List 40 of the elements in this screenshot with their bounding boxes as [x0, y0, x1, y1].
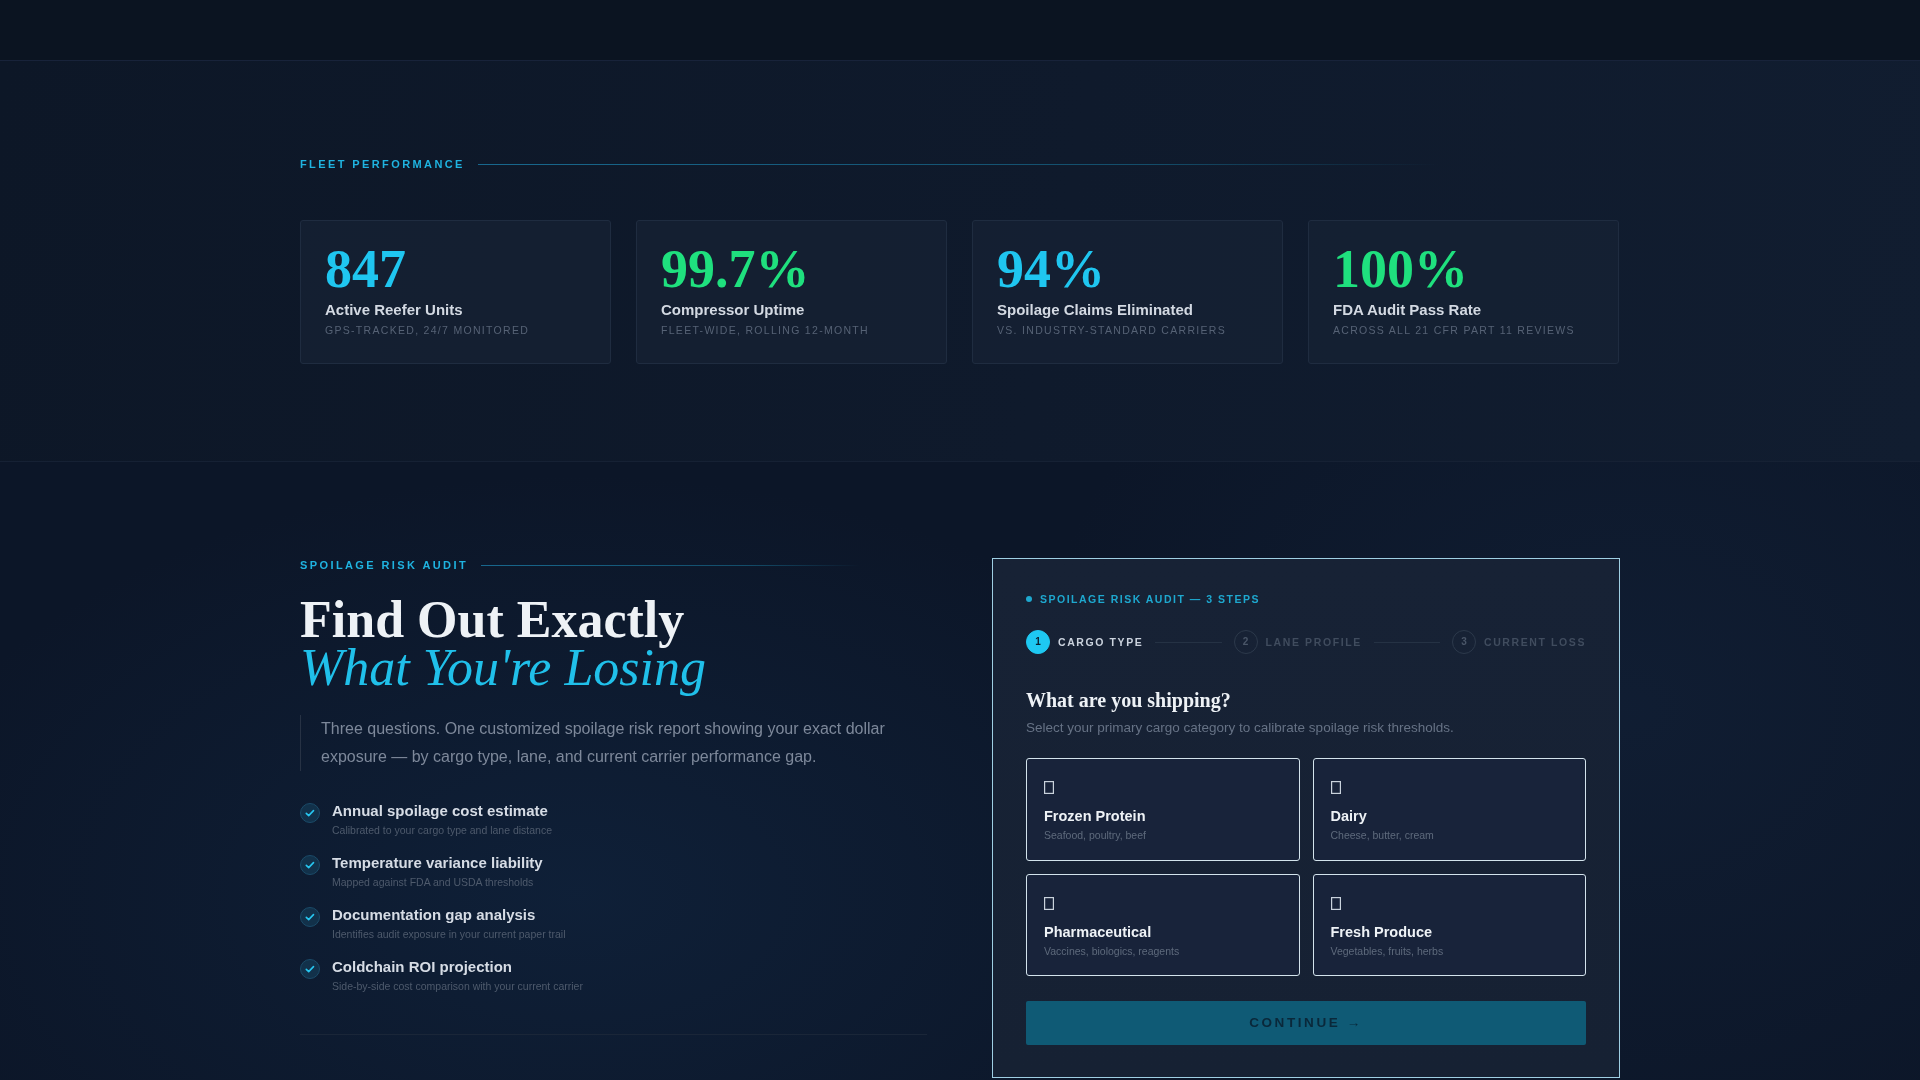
section-eyebrow: SPOILAGE RISK AUDIT: [300, 558, 469, 572]
benefit-detail: Mapped against FDA and USDA thresholds: [332, 875, 534, 889]
stat-note: ACROSS ALL 21 CFR PART 11 REVIEWS: [1333, 324, 1575, 337]
benefit-title: Coldchain ROI projection: [332, 958, 512, 976]
stat-value: 99.7%: [661, 242, 810, 296]
dot-icon: [1026, 596, 1032, 602]
rectangle-icon: [1044, 896, 1054, 910]
cargo-option[interactable]: Dairy Cheese, butter, cream: [1312, 758, 1586, 861]
check-circle-icon: [300, 907, 320, 927]
stat-label: Compressor Uptime: [661, 301, 805, 319]
intro-text: Three questions. One customized spoilage risk report showing your exact dollar exposure — by cargo type, lane, and current carrier performance gap.: [300, 715, 927, 771]
stat-label: Spoilage Claims Eliminated: [997, 301, 1193, 319]
rectangle-icon: [1330, 896, 1341, 910]
cargo-option[interactable]: Fresh Produce Vegetables, fruits, herbs: [1312, 873, 1586, 976]
rectangle-icon: [1044, 781, 1054, 794]
stat-note: VS. INDUSTRY-STANDARD CARRIERS: [997, 324, 1226, 337]
stat-label: Active Reefer Units: [325, 301, 463, 319]
benefit-title: Documentation gap analysis: [332, 906, 536, 924]
step-label: CARGO TYPE: [1058, 635, 1144, 649]
benefit-detail: Side-by-side cost comparison with your current carrier: [332, 979, 583, 993]
benefit-title: Annual spoilage cost estimate: [332, 802, 548, 820]
stat-note: FLEET-WIDE, ROLLING 12-MONTH: [661, 324, 869, 337]
stat-value: 847: [325, 242, 406, 296]
question-hint: Select your primary cargo category to calibrate spoilage risk thresholds.: [1026, 719, 1454, 737]
step-number: 1: [1026, 630, 1050, 654]
check-circle-icon: [300, 959, 320, 979]
benefit-title: Temperature variance liability: [332, 854, 543, 872]
stat-label: FDA Audit Pass Rate: [1333, 301, 1482, 319]
rectangle-icon: [1330, 781, 1341, 794]
check-circle-icon: [300, 803, 320, 823]
stat-note: GPS-TRACKED, 24/7 MONITORED: [325, 324, 530, 337]
check-circle-icon: [300, 855, 320, 875]
stat-value: 94%: [997, 242, 1105, 296]
section-eyebrow: FLEET PERFORMANCE: [300, 157, 465, 171]
stat-value: 100%: [1333, 242, 1468, 296]
form-kicker-text: SPOILAGE RISK AUDIT — 3 STEPS: [1040, 592, 1260, 606]
benefit-detail: Identifies audit exposure in your current paper trail: [332, 927, 566, 941]
question-heading: What are you shipping?: [1026, 688, 1231, 712]
cargo-option[interactable]: Frozen Protein Seafood, poultry, beef: [1026, 758, 1300, 861]
cargo-option[interactable]: Pharmaceutical Vaccines, biologics, reagents: [1026, 873, 1300, 976]
